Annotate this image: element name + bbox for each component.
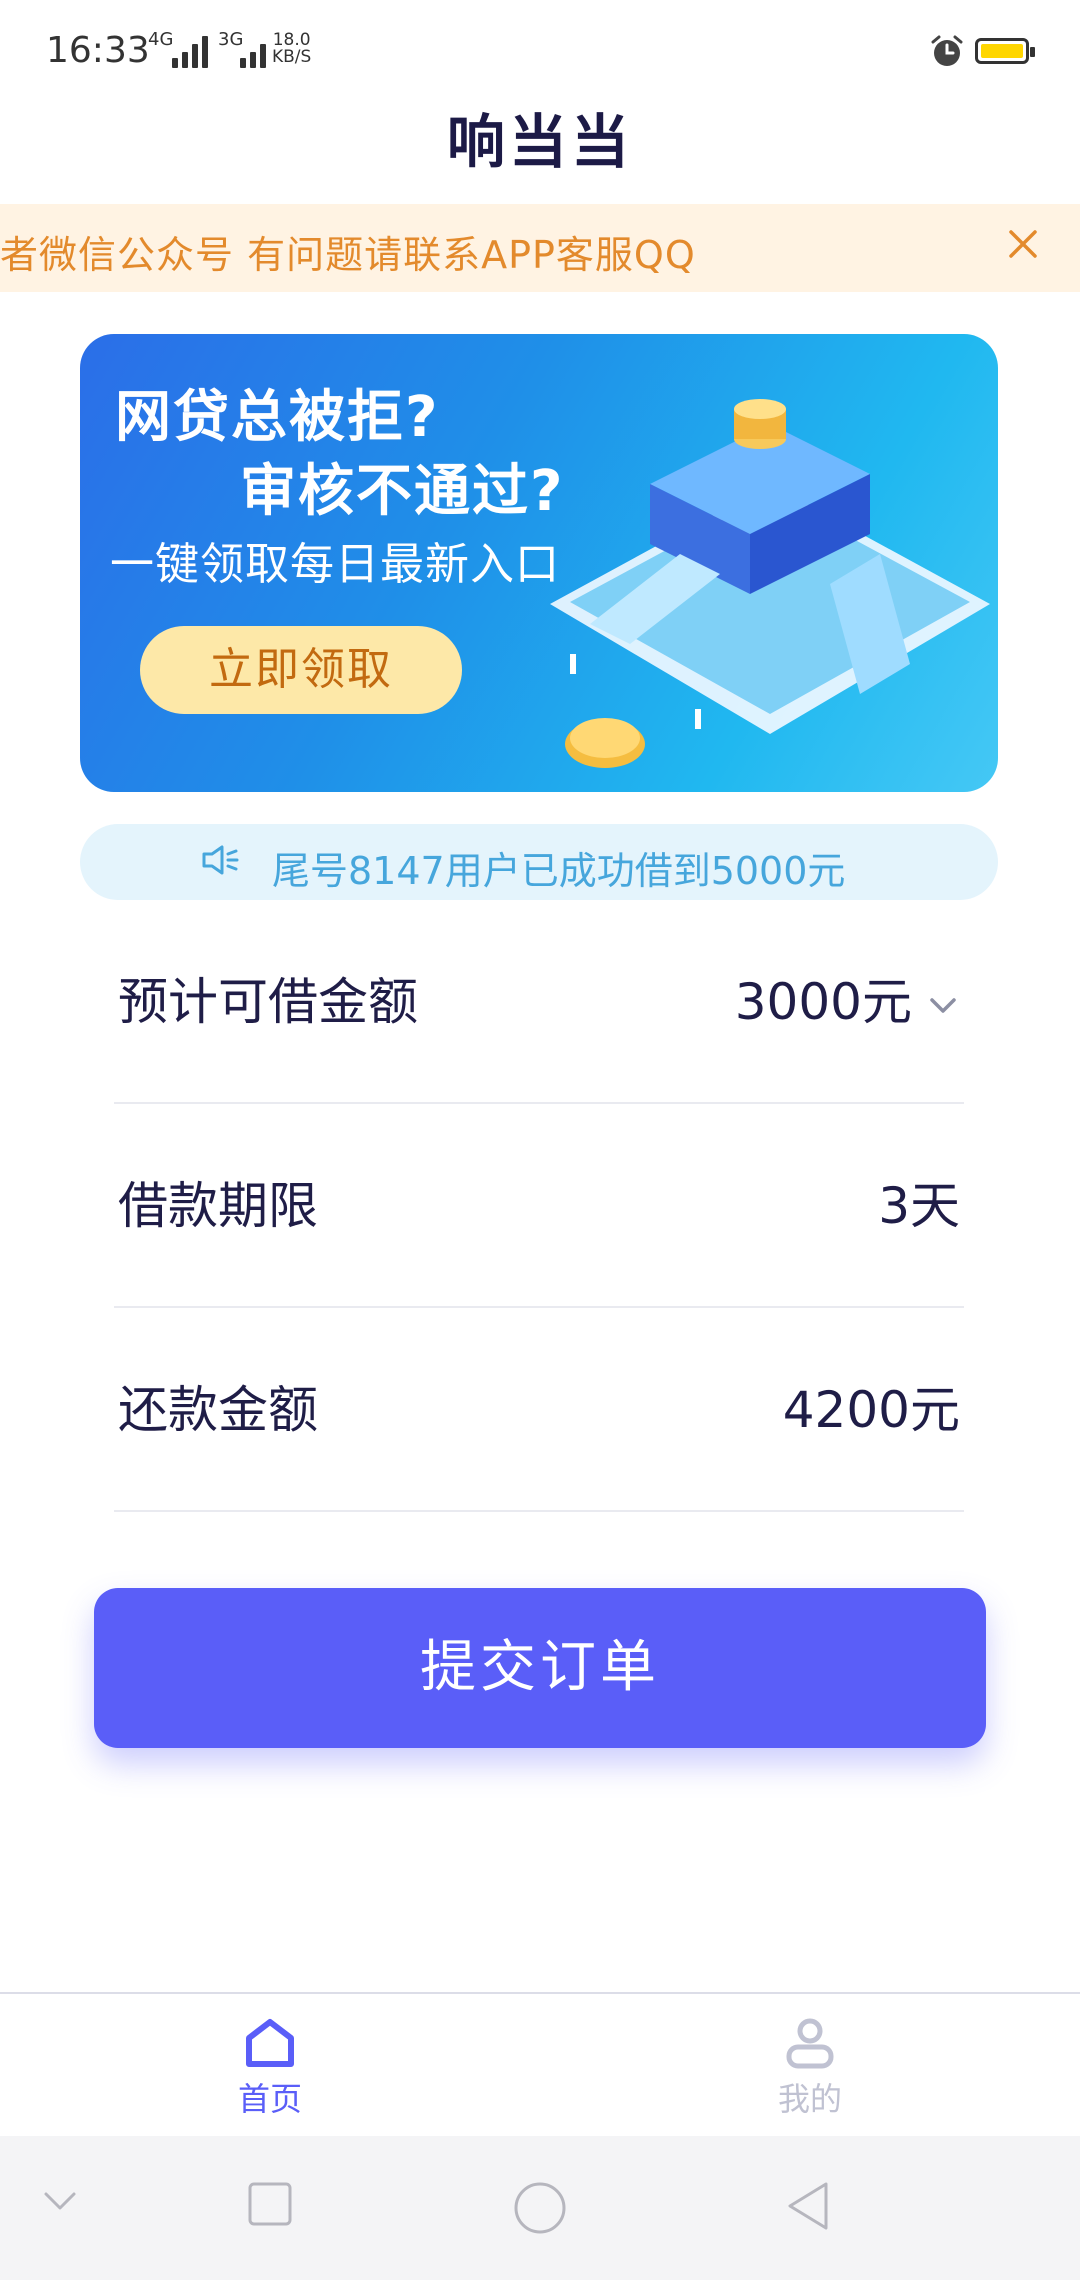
broadcast-text: 尾号8147用户已成功借到5000元: [272, 849, 846, 893]
status-time: 16:33: [46, 30, 150, 71]
network-speed: 18.0 KB/S: [272, 32, 311, 66]
notice-bar: 者微信公众号 有问题请联系APP客服QQ: [0, 204, 1080, 292]
banner-illustration: [550, 399, 990, 768]
repayment-value: 4200元: [782, 1381, 960, 1439]
promo-banner[interactable]: 网贷总被拒? 审核不通过? 一键领取每日最新入口 立即领取: [80, 334, 998, 792]
home-circle-icon[interactable]: [512, 2180, 568, 2236]
notice-text: 者微信公众号 有问题请联系APP客服QQ: [0, 233, 696, 277]
loan-amount-row[interactable]: 预计可借金额 3000元: [114, 898, 964, 1104]
repayment-row: 还款金额 4200元: [114, 1306, 964, 1512]
page-title: 响当当: [446, 108, 633, 176]
network-speed-unit: KB/S: [272, 47, 312, 67]
collapse-chevron-icon[interactable]: [40, 2180, 80, 2220]
network-type-1: 4G: [148, 29, 174, 50]
banner-headline-1: 网贷总被拒?: [115, 385, 440, 450]
submit-order-button[interactable]: 提交订单: [94, 1588, 986, 1748]
tab-mine[interactable]: 我的: [710, 2016, 910, 2120]
status-bar: 16:33 4G 3G 18.0 KB/S: [0, 0, 1080, 100]
loan-term-label: 借款期限: [118, 1177, 318, 1235]
close-icon[interactable]: [1005, 226, 1041, 262]
tab-home-label: 首页: [237, 2080, 302, 2118]
loan-amount-value: 3000元: [734, 973, 912, 1031]
loan-amount-label: 预计可借金额: [118, 973, 418, 1031]
battery-icon: [975, 38, 1035, 64]
loan-amount-select[interactable]: 3000元: [735, 962, 960, 1034]
recent-apps-icon[interactable]: [246, 2180, 294, 2228]
tab-mine-label: 我的: [777, 2080, 842, 2118]
claim-now-button[interactable]: 立即领取: [140, 626, 462, 714]
loan-term-row: 借款期限 3天: [114, 1102, 964, 1308]
bottom-tab-bar: 首页 我的: [0, 1992, 1080, 2138]
alarm-icon: [931, 35, 963, 66]
signal-bars-2-icon: [240, 34, 266, 68]
speaker-icon: [202, 845, 239, 875]
broadcast-bar: 尾号8147用户已成功借到5000元: [80, 824, 998, 900]
signal-bars-1-icon: [172, 34, 208, 68]
tab-home[interactable]: 首页: [170, 2016, 370, 2120]
back-icon[interactable]: [784, 2180, 832, 2232]
user-icon: [786, 2018, 834, 2069]
banner-subtitle: 一键领取每日最新入口: [110, 539, 560, 590]
banner-headline-2: 审核不通过?: [240, 459, 565, 524]
repayment-label: 还款金额: [118, 1381, 318, 1439]
home-icon: [246, 2019, 294, 2067]
system-navigation-bar: [0, 2136, 1080, 2280]
loan-term-value: 3天: [878, 1177, 960, 1235]
chevron-down-icon: [930, 997, 956, 1013]
